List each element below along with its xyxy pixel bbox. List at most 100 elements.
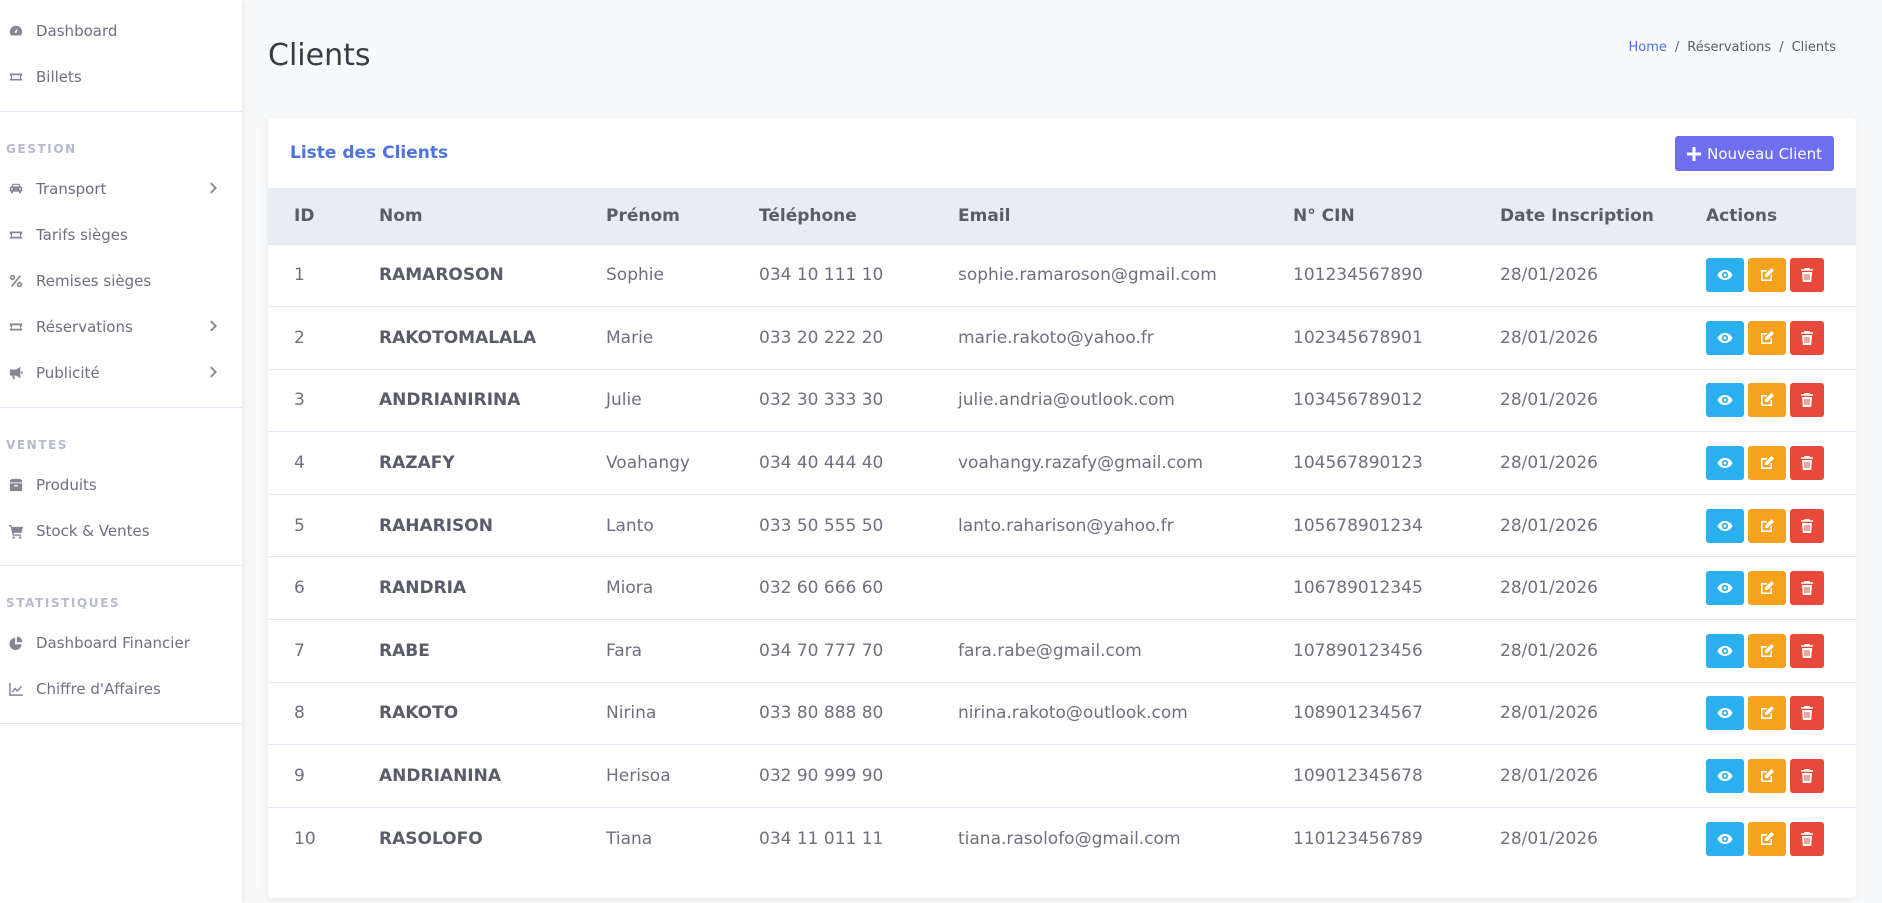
percent-icon	[8, 273, 24, 289]
col-header-prenom[interactable]: Prénom	[606, 188, 759, 244]
delete-button[interactable]	[1790, 633, 1824, 668]
cell-telephone: 032 90 999 90	[759, 744, 958, 808]
eye-icon	[1717, 768, 1733, 784]
cell-date: 28/01/2026	[1500, 493, 1706, 557]
eye-icon	[1717, 705, 1733, 721]
sidebar-item-label: Produits	[36, 476, 97, 494]
clients-card: Liste des Clients Nouveau Client ID Nom …	[268, 118, 1856, 898]
breadcrumb-separator: /	[1779, 40, 1784, 55]
cell-cin: 102345678901	[1293, 306, 1500, 370]
sidebar-item-chiffre-d-affaires[interactable]: Chiffre d'Affaires	[0, 666, 242, 712]
sidebar-item-tarifs-sieges[interactable]: Tarifs sièges	[0, 212, 242, 258]
cell-actions	[1706, 744, 1856, 808]
view-button[interactable]	[1706, 759, 1744, 794]
cell-email	[958, 556, 1293, 620]
cell-email: tiana.rasolofo@gmail.com	[958, 806, 1293, 870]
sidebar: Dashboard Billets GESTION Transport Tarifs …	[0, 0, 242, 903]
cell-email: lanto.raharison@yahoo.fr	[958, 493, 1293, 557]
table-row: 5 RAHARISON Lanto 033 50 555 50 lanto.rahari…	[268, 493, 1856, 557]
sidebar-item-transport[interactable]: Transport	[0, 166, 242, 212]
sidebar-item-publicite[interactable]: Publicité	[0, 350, 242, 396]
trash-icon	[1799, 768, 1815, 784]
view-button[interactable]	[1706, 821, 1744, 856]
cell-email	[958, 744, 1293, 808]
cell-cin: 108901234567	[1293, 681, 1500, 745]
col-header-id[interactable]: ID	[268, 188, 379, 244]
cell-telephone: 034 10 111 10	[759, 243, 958, 307]
edit-button[interactable]	[1748, 258, 1786, 293]
table-row: 8 RAKOTO Nirina 033 80 888 80 nirina.rakoto@…	[268, 681, 1856, 745]
delete-button[interactable]	[1790, 383, 1824, 418]
delete-button[interactable]	[1790, 759, 1824, 794]
delete-button[interactable]	[1790, 571, 1824, 606]
edit-icon	[1759, 705, 1775, 721]
breadcrumb: Home / Réservations / Clients	[1629, 40, 1837, 55]
edit-icon	[1759, 267, 1775, 283]
cell-date: 28/01/2026	[1500, 431, 1706, 495]
table-row: 7 RABE Fara 034 70 777 70 fara.rabe@gmail.co…	[268, 619, 1856, 683]
view-button[interactable]	[1706, 258, 1744, 293]
delete-button[interactable]	[1790, 320, 1824, 355]
delete-button[interactable]	[1790, 258, 1824, 293]
edit-button[interactable]	[1748, 571, 1786, 606]
cell-id: 3	[268, 368, 379, 432]
edit-button[interactable]	[1748, 633, 1786, 668]
edit-button[interactable]	[1748, 383, 1786, 418]
cell-cin: 103456789012	[1293, 368, 1500, 432]
edit-button[interactable]	[1748, 696, 1786, 731]
delete-button[interactable]	[1790, 696, 1824, 731]
edit-button[interactable]	[1748, 508, 1786, 543]
sidebar-item-dashboard[interactable]: Dashboard	[0, 8, 242, 54]
breadcrumb-home[interactable]: Home	[1629, 40, 1667, 55]
cell-prenom: Sophie	[606, 243, 759, 307]
delete-button[interactable]	[1790, 446, 1824, 481]
sidebar-item-reservations[interactable]: Réservations	[0, 304, 242, 350]
edit-button[interactable]	[1748, 759, 1786, 794]
view-button[interactable]	[1706, 633, 1744, 668]
sidebar-item-stock-ventes[interactable]: Stock & Ventes	[0, 508, 242, 554]
edit-button[interactable]	[1748, 320, 1786, 355]
cell-date: 28/01/2026	[1500, 806, 1706, 870]
cell-id: 1	[268, 243, 379, 307]
delete-button[interactable]	[1790, 821, 1824, 856]
cell-nom: RASOLOFO	[379, 806, 606, 870]
col-header-actions: Actions	[1706, 205, 1778, 226]
view-button[interactable]	[1706, 571, 1744, 606]
cell-telephone: 033 50 555 50	[759, 493, 958, 557]
edit-icon	[1759, 580, 1775, 596]
sidebar-item-remises-sieges[interactable]: Remises sièges	[0, 258, 242, 304]
new-client-button[interactable]: Nouveau Client	[1675, 136, 1834, 171]
sidebar-item-billets[interactable]: Billets	[0, 54, 242, 100]
view-button[interactable]	[1706, 696, 1744, 731]
col-header-cin[interactable]: N° CIN	[1293, 188, 1500, 244]
edit-button[interactable]	[1748, 821, 1786, 856]
view-button[interactable]	[1706, 320, 1744, 355]
view-button[interactable]	[1706, 383, 1744, 418]
view-button[interactable]	[1706, 508, 1744, 543]
col-header-email[interactable]: Email	[958, 188, 1293, 244]
breadcrumb-reservations[interactable]: Réservations	[1687, 40, 1771, 55]
ticket-icon	[8, 69, 24, 85]
cell-date: 28/01/2026	[1500, 744, 1706, 808]
edit-icon	[1759, 330, 1775, 346]
cell-prenom: Voahangy	[606, 431, 759, 495]
view-button[interactable]	[1706, 446, 1744, 481]
eye-icon	[1717, 330, 1733, 346]
cell-cin: 104567890123	[1293, 431, 1500, 495]
sidebar-item-dashboard-financier[interactable]: Dashboard Financier	[0, 620, 242, 666]
trash-icon	[1799, 267, 1815, 283]
cell-date: 28/01/2026	[1500, 556, 1706, 620]
cell-nom: RAMAROSON	[379, 243, 606, 307]
sidebar-divider	[0, 407, 242, 408]
cell-actions	[1706, 431, 1856, 495]
cell-id: 9	[268, 744, 379, 808]
delete-button[interactable]	[1790, 508, 1824, 543]
col-header-date[interactable]: Date Inscription	[1500, 188, 1706, 244]
trash-icon	[1799, 455, 1815, 471]
col-header-nom[interactable]: Nom	[379, 188, 606, 244]
gauge-icon	[8, 23, 24, 39]
cell-nom: RAZAFY	[379, 431, 606, 495]
edit-button[interactable]	[1748, 446, 1786, 481]
sidebar-item-produits[interactable]: Produits	[0, 462, 242, 508]
col-header-telephone[interactable]: Téléphone	[759, 188, 958, 244]
